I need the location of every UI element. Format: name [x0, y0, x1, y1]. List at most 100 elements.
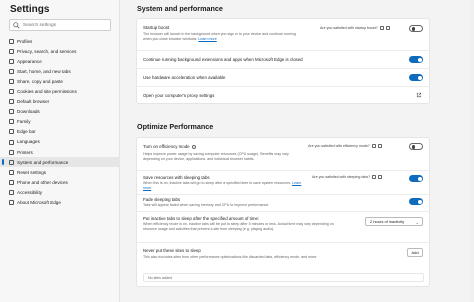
- inactive-row: Put inactive tabs to sleep after the spe…: [137, 212, 429, 243]
- sidebar-item-family[interactable]: Family: [0, 117, 120, 127]
- sleeping-tabs-title: Save resources with sleeping tabs: [143, 175, 210, 180]
- thumbs-up-icon[interactable]: [379, 26, 384, 30]
- scrollbar[interactable]: [470, 0, 474, 302]
- search-input[interactable]: [23, 22, 109, 28]
- sidebar-item-edge-bar[interactable]: Edge bar: [0, 127, 120, 137]
- sidebar-item-label: Reset settings: [17, 169, 47, 175]
- startup-boost-feedback: Are you satisfied with startup boost?: [320, 26, 390, 30]
- fade-title: Fade sleeping tabs: [143, 197, 181, 202]
- family-icon: [9, 119, 14, 125]
- continue-running-toggle[interactable]: [409, 56, 423, 63]
- search-box[interactable]: [9, 19, 111, 31]
- efficiency-desc: Helps improve power usage by saving comp…: [143, 152, 289, 162]
- sidebar-item-label: Printers: [17, 149, 33, 155]
- download-icon: [9, 109, 14, 115]
- sleeping-tabs-desc: When this is on, inactive tabs will go t…: [143, 181, 302, 191]
- sleeping-tabs-row: Save resources with sleeping tabs When t…: [137, 171, 429, 195]
- sidebar-item-label: Edge bar: [17, 129, 36, 135]
- fade-toggle[interactable]: [409, 198, 423, 205]
- fade-desc: Tabs will appear faded when saving memor…: [143, 203, 270, 207]
- continue-running-row: Continue running background extensions a…: [137, 51, 429, 69]
- inactive-desc: When efficiency mode is on, inactive tab…: [143, 222, 334, 232]
- hw-accel-toggle[interactable]: [409, 74, 423, 81]
- startup-boost-learn-more-link[interactable]: Learn more: [198, 37, 216, 41]
- add-site-button[interactable]: Add: [407, 248, 423, 257]
- thumbs-up-icon[interactable]: [372, 175, 377, 179]
- continue-running-title: Continue running background extensions a…: [143, 57, 303, 62]
- sidebar-item-label: Phone and other devices: [17, 179, 68, 185]
- sidebar-item-share-copy-and-paste[interactable]: Share, copy and paste: [0, 76, 120, 86]
- never-sleep-title: Never put these sites to sleep: [143, 248, 201, 253]
- info-icon[interactable]: [191, 144, 196, 149]
- inactive-title: Put inactive tabs to sleep after the spe…: [143, 216, 260, 221]
- settings-title: Settings: [10, 4, 50, 15]
- sidebar-item-label: System and performance: [17, 159, 69, 165]
- sidebar-item-label: Profiles: [17, 38, 33, 44]
- sidebar-item-phone-and-other-devices[interactable]: Phone and other devices: [0, 177, 120, 187]
- efficiency-toggle[interactable]: [409, 143, 423, 150]
- cookie-icon: [9, 89, 14, 95]
- sidebar-item-label: Share, copy and paste: [17, 78, 63, 84]
- thumbs-down-icon[interactable]: [378, 175, 383, 179]
- proxy-title: Open your computer's proxy settings: [143, 93, 215, 98]
- share-icon: [9, 78, 14, 84]
- sidebar-item-downloads[interactable]: Downloads: [0, 107, 120, 117]
- dropdown-value: 2 hours of inactivity: [370, 219, 405, 224]
- thumbs-up-icon[interactable]: [371, 144, 376, 148]
- profile-icon: [9, 38, 14, 44]
- sidebar-item-profiles[interactable]: Profiles: [0, 36, 120, 46]
- home-icon: [9, 68, 14, 74]
- sidebar-item-appearance[interactable]: Appearance: [0, 56, 120, 66]
- sidebar-item-start-home-and-new-tabs[interactable]: Start, home, and new tabs: [0, 66, 120, 76]
- sidebar-item-languages[interactable]: Languages: [0, 137, 120, 147]
- sidebar-item-label: Family: [17, 119, 31, 125]
- printer-icon: [9, 149, 14, 155]
- phone-icon: [9, 179, 14, 185]
- sidebar-item-reset-settings[interactable]: Reset settings: [0, 167, 120, 177]
- edge-icon: [9, 200, 14, 206]
- external-link-icon[interactable]: [416, 92, 422, 98]
- sidebar-item-label: About Microsoft Edge: [17, 200, 61, 206]
- sleeping-tabs-feedback: Are you satisfied with sleeping tabs?: [312, 175, 383, 179]
- efficiency-row: Turn on efficiency mode Helps improve po…: [137, 138, 429, 171]
- hw-accel-title: Use hardware acceleration when available: [143, 75, 226, 80]
- never-sleep-row: Never put these sites to sleep This also…: [137, 243, 429, 287]
- optimize-card: Turn on efficiency mode Helps improve po…: [136, 137, 430, 287]
- efficiency-feedback: Are you satisfied with efficiency mode?: [308, 144, 382, 148]
- sleeping-tabs-toggle[interactable]: [409, 175, 423, 182]
- sidebar-item-accessibility[interactable]: Accessibility: [0, 187, 120, 197]
- sidebar-item-about-microsoft-edge[interactable]: About Microsoft Edge: [0, 198, 120, 208]
- sidebar-item-privacy-search-and-services[interactable]: Privacy, search, and services: [0, 46, 120, 56]
- startup-boost-title: Startup boost: [143, 25, 170, 30]
- hw-accel-row: Use hardware acceleration when available: [137, 69, 429, 87]
- sidebar-item-cookies-and-site-permissions[interactable]: Cookies and site permissions: [0, 86, 120, 96]
- chevron-down-icon: ⌄: [415, 220, 419, 225]
- fade-row: Fade sleeping tabs Tabs will appear fade…: [137, 195, 429, 212]
- never-sleep-desc: This also excludes sites from other perf…: [143, 255, 318, 259]
- sidebar-nav: Profiles Privacy, search, and services App…: [0, 36, 120, 208]
- efficiency-title: Turn on efficiency mode: [143, 144, 196, 149]
- inactive-time-dropdown[interactable]: 2 hours of inactivity ⌄: [365, 217, 423, 226]
- sidebar-item-printers[interactable]: Printers: [0, 147, 120, 157]
- browser-icon: [9, 99, 14, 105]
- startup-boost-toggle[interactable]: [409, 25, 423, 32]
- feedback-text: Are you satisfied with sleeping tabs?: [312, 175, 371, 179]
- search-icon: [13, 21, 20, 29]
- sidebar-item-system-and-performance[interactable]: System and performance: [0, 157, 120, 168]
- sidebar-item-default-browser[interactable]: Default browser: [0, 97, 120, 107]
- settings-sidebar: Settings Profiles Privacy, search, and se…: [0, 0, 120, 302]
- sidebar-item-label: Default browser: [17, 99, 50, 105]
- thumbs-down-icon[interactable]: [377, 144, 382, 148]
- proxy-row[interactable]: Open your computer's proxy settings: [137, 87, 429, 104]
- sidebar-item-label: Start, home, and new tabs: [17, 68, 71, 74]
- sidebar-item-label: Cookies and site permissions: [17, 89, 77, 95]
- section-heading-optimize: Optimize Performance: [137, 122, 214, 131]
- feedback-text: Are you satisfied with startup boost?: [320, 26, 378, 30]
- appearance-icon: [9, 58, 14, 64]
- feedback-text: Are you satisfied with efficiency mode?: [308, 144, 370, 148]
- system-card: Startup boost The browser will launch in…: [136, 18, 430, 104]
- sidebar-item-label: Appearance: [17, 58, 42, 64]
- lock-icon: [9, 48, 14, 54]
- thumbs-down-icon[interactable]: [385, 26, 390, 30]
- sidebar-item-label: Privacy, search, and services: [17, 48, 77, 54]
